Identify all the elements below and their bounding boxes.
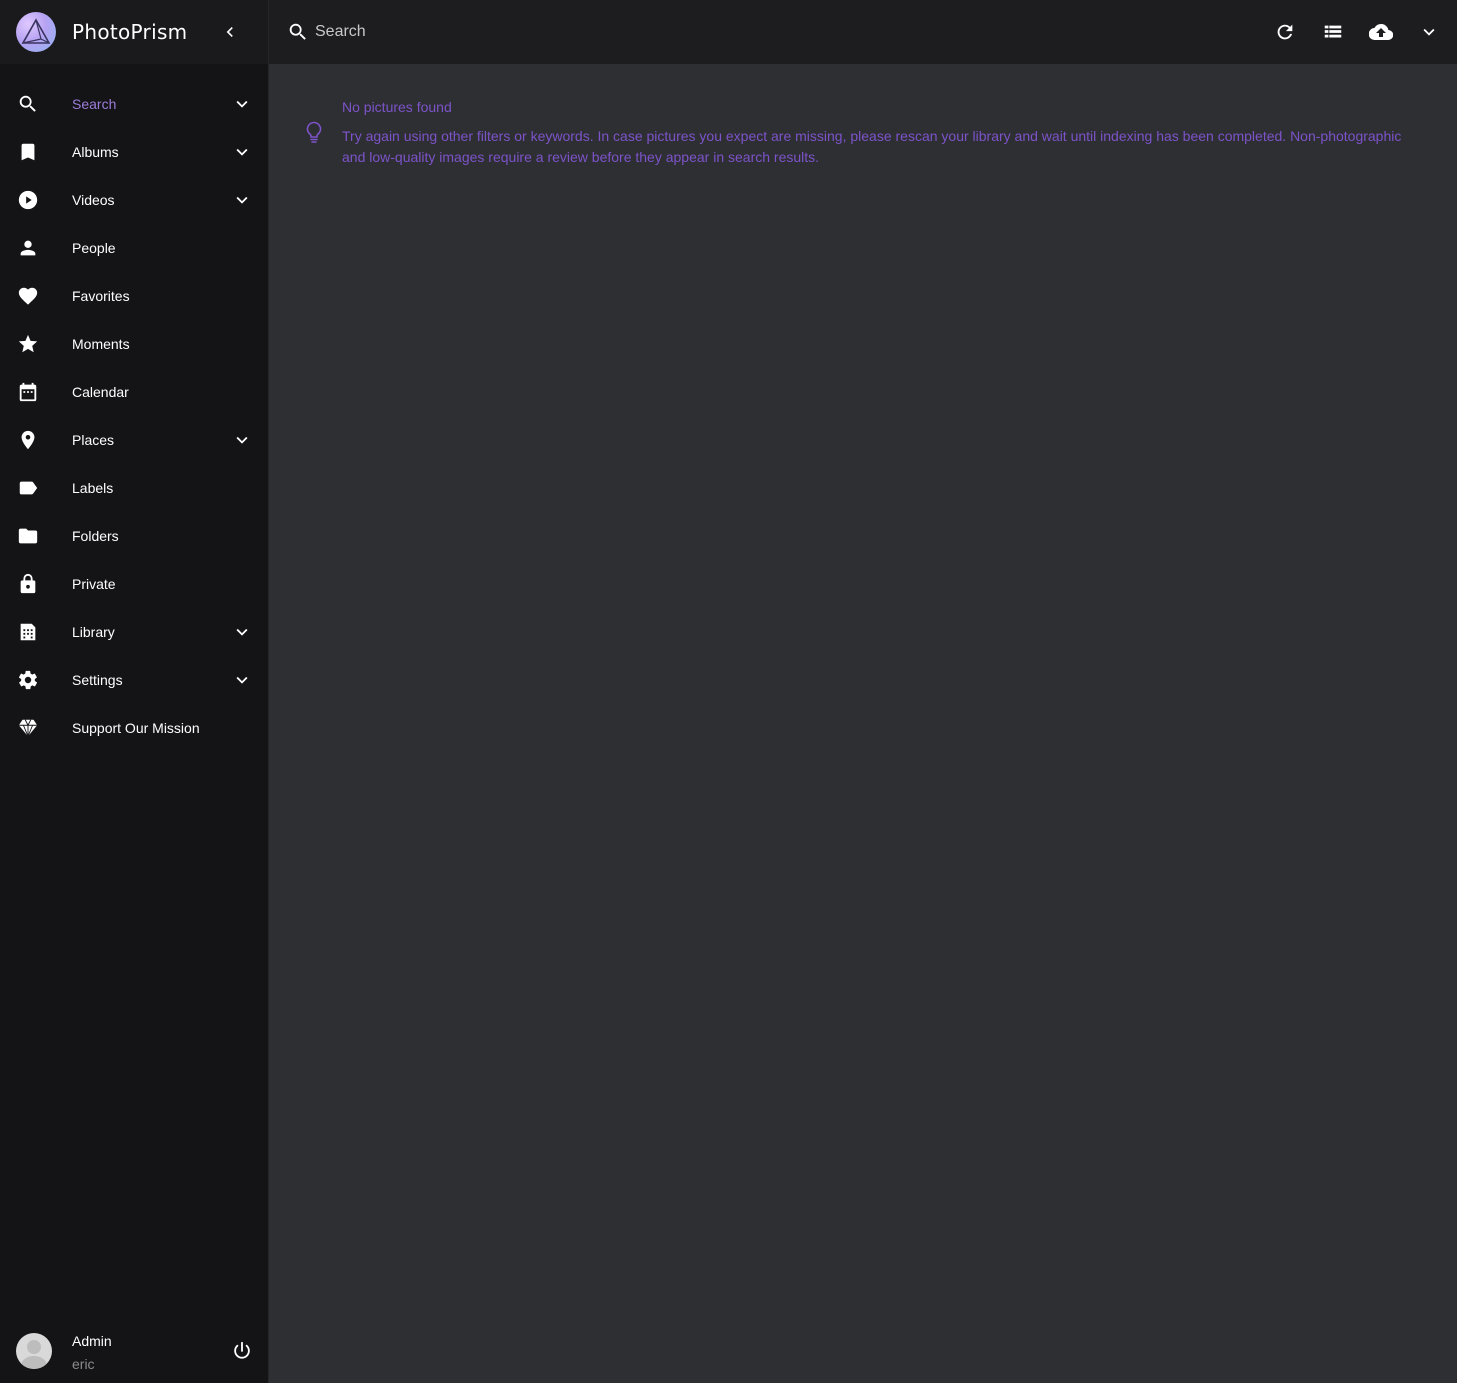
- sidebar-item-moments[interactable]: Moments: [0, 320, 268, 368]
- toggle-view-button[interactable]: [1321, 20, 1345, 44]
- list-view-icon: [1324, 25, 1342, 38]
- heart-icon: [16, 284, 40, 308]
- sidebar-item-videos[interactable]: Videos: [0, 176, 268, 224]
- chevron-down-icon[interactable]: [230, 140, 254, 164]
- brand-header: PhotoPrism: [0, 0, 268, 64]
- avatar[interactable]: [16, 1333, 52, 1369]
- refresh-icon: [1277, 24, 1293, 40]
- main-content: No pictures found Try again using other …: [269, 64, 1457, 1383]
- sidebar-item-label: People: [72, 240, 116, 256]
- chevron-down-icon: [1423, 28, 1435, 36]
- label-icon: [16, 476, 40, 500]
- user-display-name: Admin: [72, 1333, 112, 1349]
- play-circle-icon: [16, 188, 40, 212]
- sidebar-item-label: Videos: [72, 192, 115, 208]
- lock-icon: [16, 572, 40, 596]
- sidebar-item-private[interactable]: Private: [0, 560, 268, 608]
- calendar-icon: [16, 380, 40, 404]
- chevron-left-icon: [226, 27, 233, 37]
- chevron-down-icon[interactable]: [230, 428, 254, 452]
- sidebar-item-label: Private: [72, 576, 116, 592]
- sidebar-item-label: Folders: [72, 528, 119, 544]
- library-icon: [16, 620, 40, 644]
- user-account: Admin eric: [0, 1319, 268, 1383]
- refresh-button[interactable]: [1273, 20, 1297, 44]
- lightbulb-icon: [303, 120, 325, 144]
- diamond-icon: [16, 716, 40, 740]
- sidebar-item-folders[interactable]: Folders: [0, 512, 268, 560]
- search-icon: [16, 92, 40, 116]
- app-title: PhotoPrism: [72, 20, 188, 44]
- sidebar-item-label: Settings: [72, 672, 123, 688]
- sidebar-item-library[interactable]: Library: [0, 608, 268, 656]
- bookmark-icon: [16, 140, 40, 164]
- chevron-down-icon[interactable]: [230, 92, 254, 116]
- sidebar-nav: Search Albums Videos People Favorites Mo…: [0, 80, 268, 752]
- sidebar-item-people[interactable]: People: [0, 224, 268, 272]
- search-input[interactable]: [313, 18, 1013, 46]
- app-logo[interactable]: [16, 12, 56, 52]
- user-login-name: eric: [72, 1356, 95, 1372]
- chevron-down-icon[interactable]: [230, 188, 254, 212]
- gear-icon: [16, 668, 40, 692]
- collapse-sidebar-button[interactable]: [216, 18, 244, 46]
- sidebar-item-label: Support Our Mission: [72, 720, 200, 736]
- sidebar-item-label: Favorites: [72, 288, 130, 304]
- map-pin-icon: [16, 428, 40, 452]
- sidebar-item-support[interactable]: Support Our Mission: [0, 704, 268, 752]
- more-options-button[interactable]: [1417, 20, 1441, 44]
- sidebar-item-settings[interactable]: Settings: [0, 656, 268, 704]
- search-icon: [287, 21, 309, 43]
- sidebar-item-label: Library: [72, 624, 115, 640]
- sidebar: PhotoPrism Search Albums Videos People F…: [0, 0, 269, 1383]
- sidebar-item-label: Search: [72, 96, 117, 112]
- power-icon: [234, 1341, 250, 1359]
- sidebar-item-label: Moments: [72, 336, 130, 352]
- person-icon: [16, 236, 40, 260]
- sidebar-item-label: Calendar: [72, 384, 129, 400]
- top-toolbar: [269, 0, 1457, 64]
- chevron-down-icon[interactable]: [230, 668, 254, 692]
- star-icon: [16, 332, 40, 356]
- sidebar-item-places[interactable]: Places: [0, 416, 268, 464]
- sidebar-item-albums[interactable]: Albums: [0, 128, 268, 176]
- alert-title: No pictures found: [342, 99, 452, 115]
- sidebar-item-labels[interactable]: Labels: [0, 464, 268, 512]
- alert-message: Try again using other filters or keyword…: [342, 128, 1402, 165]
- sidebar-item-label: Places: [72, 432, 115, 448]
- logout-button[interactable]: [230, 1339, 254, 1363]
- sidebar-item-calendar[interactable]: Calendar: [0, 368, 268, 416]
- upload-button[interactable]: [1369, 20, 1393, 44]
- chevron-down-icon[interactable]: [230, 620, 254, 644]
- sidebar-item-favorites[interactable]: Favorites: [0, 272, 268, 320]
- folder-icon: [16, 524, 40, 548]
- sidebar-item-label: Labels: [72, 480, 114, 496]
- sidebar-item-label: Albums: [72, 144, 119, 160]
- sidebar-item-search[interactable]: Search: [0, 80, 268, 128]
- upload-icon: [1369, 23, 1393, 41]
